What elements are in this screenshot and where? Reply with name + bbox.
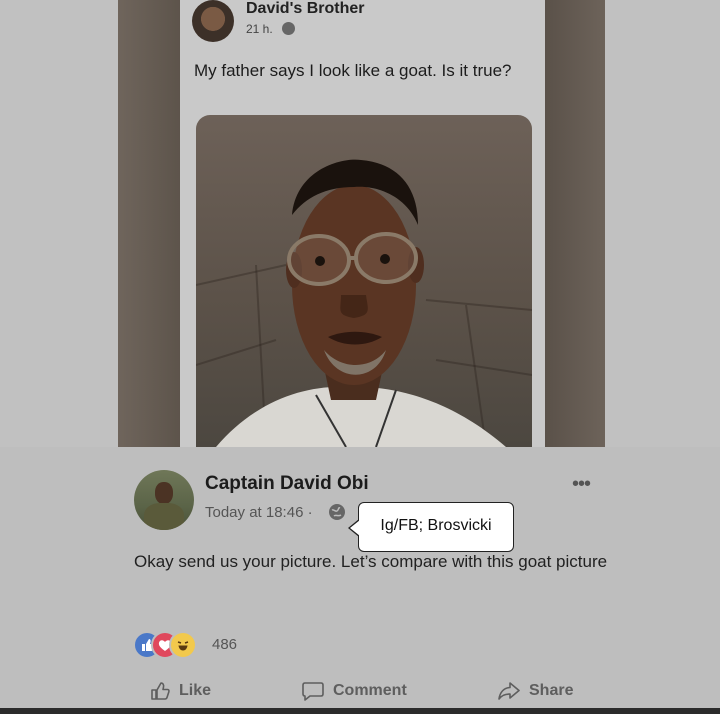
avatar-body — [144, 503, 184, 530]
selfie-illustration — [196, 159, 532, 447]
haha-reaction-icon — [169, 631, 197, 659]
photo-background-left — [118, 0, 180, 447]
comment-bubble-icon — [302, 682, 324, 701]
background-left — [0, 0, 118, 447]
inner-author-name: David's Brother — [246, 0, 365, 17]
inner-post-time: 21 h. — [246, 22, 273, 36]
share-button[interactable]: Share — [497, 680, 573, 702]
selfie-photo — [196, 115, 532, 447]
like-button[interactable]: Like — [149, 680, 211, 702]
background-right — [605, 0, 720, 447]
inner-avatar — [192, 0, 234, 42]
inner-globe-icon — [282, 22, 295, 35]
post-text: Okay send us your picture. Let’s compare… — [134, 552, 608, 571]
watermark-text: Ig/FB; Brosvicki — [380, 517, 492, 534]
poster-avatar[interactable] — [134, 470, 194, 530]
photo-background-right — [545, 0, 605, 447]
thumbs-up-icon — [151, 682, 170, 700]
watermark-callout: Ig/FB; Brosvicki — [348, 502, 514, 552]
more-options-icon[interactable]: ••• — [572, 474, 591, 494]
globe-icon — [329, 504, 345, 520]
inner-post-text: My father says I look like a goat. Is it… — [194, 61, 512, 80]
post-timestamp[interactable]: Today at 18:46 · — [205, 504, 313, 521]
avatar-head — [155, 482, 173, 504]
bottom-bar — [0, 708, 720, 714]
comment-button-label: Comment — [333, 682, 407, 699]
comment-button[interactable]: Comment — [301, 680, 407, 702]
reaction-count[interactable]: 486 — [212, 636, 237, 653]
like-button-label: Like — [179, 682, 212, 699]
share-arrow-icon — [498, 682, 520, 700]
share-button-label: Share — [529, 682, 574, 699]
reaction-icons[interactable] — [133, 631, 213, 659]
poster-name[interactable]: Captain David Obi — [205, 473, 369, 495]
